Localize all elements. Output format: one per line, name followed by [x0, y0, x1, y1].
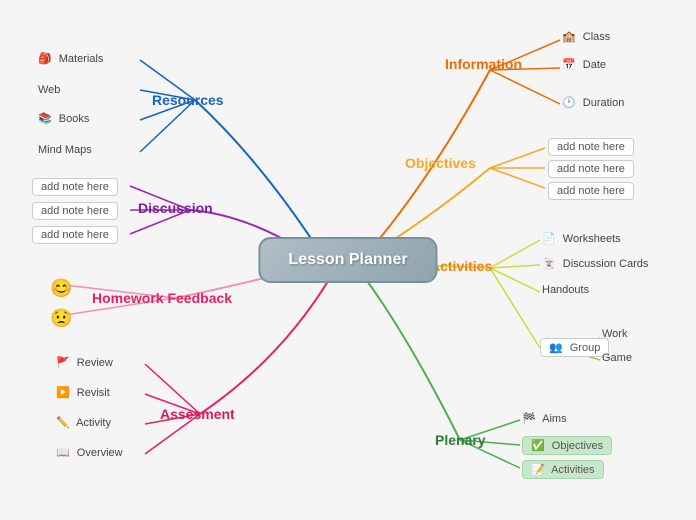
- info-class: 🏫 Class: [562, 30, 610, 43]
- act-worksheets: 📄 Worksheets: [542, 232, 621, 245]
- revisit-icon: ▶️: [56, 387, 70, 399]
- plenary-act-icon: 📝: [531, 464, 545, 476]
- discussion-cards-icon: 🃏: [542, 258, 556, 270]
- worksheets-icon: 📄: [542, 233, 556, 245]
- res-materials: 🎒 Materials: [38, 52, 103, 65]
- materials-icon: 🎒: [38, 53, 52, 65]
- obj-note-3[interactable]: add note here: [548, 182, 634, 200]
- center-node: Lesson Planner: [258, 237, 437, 283]
- assess-activity: ✏️ Activity: [56, 416, 111, 429]
- center-label: Lesson Planner: [288, 251, 407, 268]
- group-icon: 👥: [549, 342, 563, 354]
- res-books: 📚 Books: [38, 112, 89, 125]
- activities-label: Activities: [430, 258, 492, 274]
- plenary-aims: 🏁 Aims: [522, 412, 567, 425]
- assesment-label: Assesment: [160, 406, 235, 422]
- res-mindmaps: Mind Maps: [38, 144, 92, 156]
- plenary-objectives: ✅ Objectives: [522, 436, 612, 455]
- date-icon: 📅: [562, 59, 576, 71]
- books-icon: 📚: [38, 113, 52, 125]
- resources-label: Resources: [152, 92, 224, 108]
- objectives-label: Objectives: [405, 155, 476, 171]
- homework-happy: 😊: [50, 278, 72, 299]
- overview-icon: 📖: [56, 447, 70, 459]
- activity-icon: ✏️: [56, 417, 70, 429]
- obj-note-1[interactable]: add note here: [548, 138, 634, 156]
- class-icon: 🏫: [562, 31, 576, 43]
- duration-icon: 🕐: [562, 97, 576, 109]
- plenary-label: Plenary: [435, 432, 486, 448]
- assess-review: 🚩 Review: [56, 356, 113, 369]
- aims-icon: 🏁: [522, 413, 536, 425]
- assess-revisit: ▶️ Revisit: [56, 386, 110, 399]
- res-web: Web: [38, 84, 60, 96]
- discussion-label: Discussion: [138, 200, 213, 216]
- act-handouts: Handouts: [542, 284, 589, 296]
- homework-label: Homework Feedback: [92, 290, 232, 306]
- obj-note-2[interactable]: add note here: [548, 160, 634, 178]
- act-game: Game: [602, 352, 632, 364]
- disc-note-3[interactable]: add note here: [32, 226, 118, 244]
- plenary-activities: 📝 Activities: [522, 460, 604, 479]
- act-group: 👥 Group: [540, 338, 609, 357]
- disc-note-2[interactable]: add note here: [32, 202, 118, 220]
- info-duration: 🕐 Duration: [562, 96, 624, 109]
- information-label: Information: [445, 56, 522, 72]
- assess-overview: 📖 Overview: [56, 446, 123, 459]
- act-work: Work: [602, 328, 627, 340]
- act-discussion-cards: 🃏 Discussion Cards: [542, 257, 648, 270]
- info-date: 📅 Date: [562, 58, 606, 71]
- homework-sad: 😟: [50, 308, 72, 329]
- disc-note-1[interactable]: add note here: [32, 178, 118, 196]
- review-icon: 🚩: [56, 357, 70, 369]
- objectives-check-icon: ✅: [531, 440, 545, 452]
